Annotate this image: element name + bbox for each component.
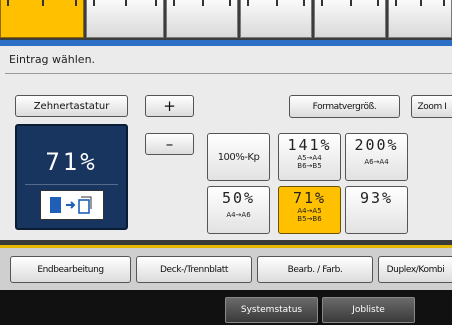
preset-conversion: B6→B5 [297,162,322,170]
preset-conversion: A4→A6 [226,211,251,219]
keypad-button[interactable]: Zehnertastatur [15,95,128,117]
preset-conversion: A6→A4 [364,158,389,166]
preset-conversion: A5→A4 [297,154,322,162]
top-tab[interactable] [314,0,386,38]
preset-percent: 71% [292,189,327,207]
original-to-copy-reduce-icon [40,190,104,220]
preset-percent: 200% [354,136,399,154]
preset-percent: 50% [221,189,256,207]
instruction-text: Eintrag wählen. [9,53,96,66]
top-tab[interactable] [86,0,164,38]
job-list-button[interactable]: Jobliste [322,297,415,323]
minus-button[interactable]: – [145,133,194,155]
edit-color-tab[interactable]: Bearb. / Farb. [257,256,373,283]
cover-slip-tab[interactable]: Deck-/Trennblatt [136,256,252,283]
divider [5,73,452,74]
finishing-tab[interactable]: Endbearbeitung [10,256,131,283]
preset-conversion: A4→A5 [297,207,322,215]
zoom-value: 71% [45,148,98,176]
preset-200-button[interactable]: 200% A6→A4 [345,133,408,181]
duplex-combine-tab[interactable]: Duplex/Kombi [378,256,452,283]
top-tab[interactable] [240,0,312,38]
top-tab-strip [0,0,452,40]
plus-button[interactable]: + [145,95,194,117]
system-status-button[interactable]: Systemstatus [225,297,318,323]
preset-93-button[interactable]: 93% [345,186,408,234]
format-size-button[interactable]: Formatvergröß. [289,95,400,118]
top-tab[interactable] [388,0,452,38]
zoom-button[interactable]: Zoom I [411,95,452,118]
top-tab-active[interactable] [0,0,84,38]
preset-percent: 93% [359,189,394,207]
current-zoom-display: 71% [15,124,128,230]
preset-percent: 141% [287,136,332,154]
preset-71-button[interactable]: 71% A4→A5 B5→B6 [278,186,341,234]
divider [25,184,118,185]
preset-conversion: B5→B6 [297,215,322,223]
top-tab[interactable] [166,0,238,38]
fullsize-preset-button[interactable]: 100%-Kp [207,133,270,181]
copier-screen: Eintrag wählen. Zehnertastatur + – Forma… [0,0,452,325]
preset-141-button[interactable]: 141% A5→A4 B6→B5 [278,133,341,181]
preset-50-button[interactable]: 50% A4→A6 [207,186,270,234]
